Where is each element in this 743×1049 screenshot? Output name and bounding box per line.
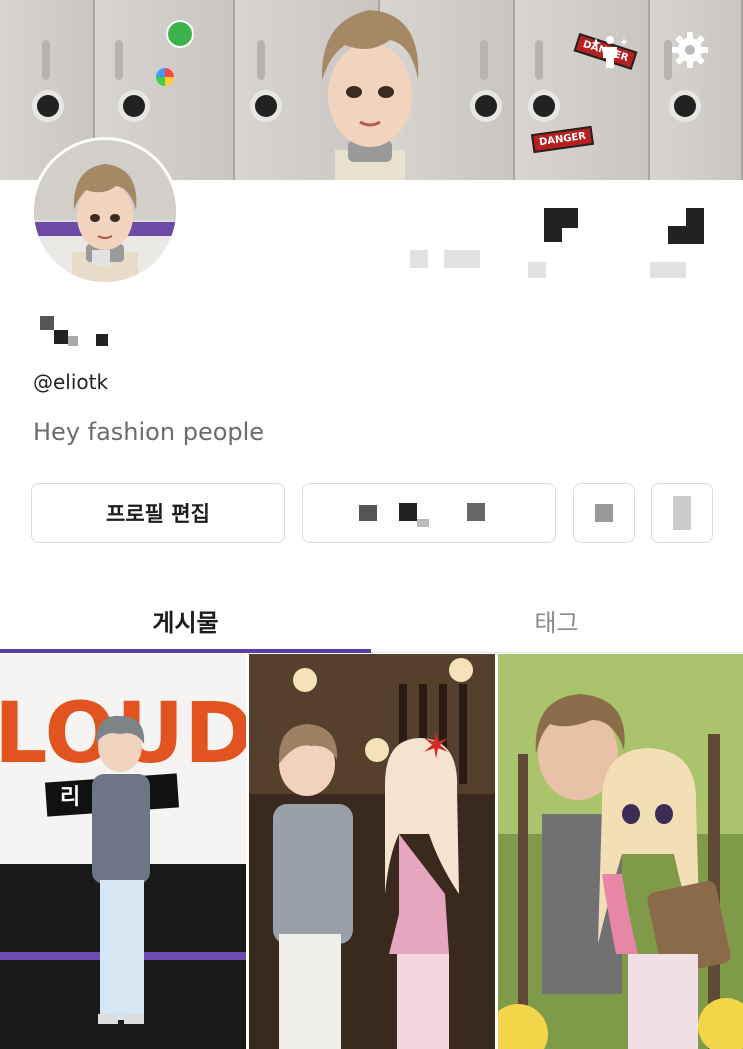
bio-text: Hey fashion people xyxy=(33,418,265,446)
secondary-action-button[interactable] xyxy=(302,483,556,543)
banner-avatar-image xyxy=(321,10,419,180)
post-image-bar: ✶ xyxy=(249,654,495,1049)
svg-text:✶: ✶ xyxy=(421,726,451,767)
settings-button[interactable] xyxy=(668,28,712,72)
more-icon-redacted xyxy=(673,496,691,530)
edit-profile-button[interactable]: 프로필 편집 xyxy=(31,483,285,543)
banner-locker xyxy=(515,0,650,180)
post-thumbnail[interactable]: ✶ xyxy=(249,654,495,1049)
edit-profile-label: 프로필 편집 xyxy=(106,502,210,526)
username: @eliotk xyxy=(33,370,109,394)
more-button[interactable] xyxy=(651,483,713,543)
suggest-button[interactable] xyxy=(573,483,635,543)
avatar-style-button[interactable] xyxy=(588,28,632,72)
post-image-forest xyxy=(498,654,743,1049)
tab-tagged[interactable]: 태그 xyxy=(371,590,742,650)
suggest-icon-redacted xyxy=(595,504,613,522)
sparkle-person-icon xyxy=(591,36,628,68)
post-thumbnail[interactable] xyxy=(498,654,743,1049)
sticker-rainbow xyxy=(156,68,174,86)
post-banner-text: 리 xyxy=(60,785,80,810)
gear-icon xyxy=(672,32,708,68)
secondary-action-label-redacted xyxy=(359,503,499,527)
post-image-stage: LOUD 리 xyxy=(0,654,246,1049)
post-thumbnail[interactable]: LOUD 리 xyxy=(0,654,246,1049)
sticker-green xyxy=(166,20,194,48)
active-tab-indicator xyxy=(0,649,371,653)
tab-posts[interactable]: 게시물 xyxy=(0,590,371,650)
banner-locker xyxy=(650,0,743,180)
